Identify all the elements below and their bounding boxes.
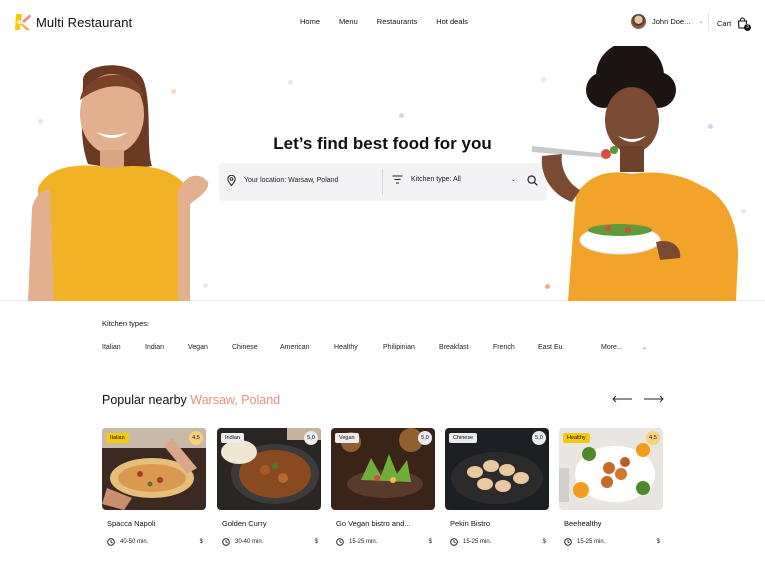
user-menu[interactable]: John Doe... ⌄ <box>631 14 703 29</box>
restaurant-meta: 30-40 min. $ <box>222 538 318 546</box>
delivery-time: 15-25 min. <box>463 539 492 545</box>
rating-badge: 5,0 <box>418 431 432 445</box>
location-text: Your location: Warsaw, Poland <box>244 177 339 184</box>
restaurant-name[interactable]: Spacca Napoli <box>107 519 155 528</box>
hero-section: Let’s find best food for you Your locati… <box>0 46 765 301</box>
popular-nearby-label: Popular nearby <box>102 393 187 407</box>
restaurant-name[interactable]: Golden Curry <box>222 519 267 528</box>
restaurant-name[interactable]: Pekin Bistro <box>450 519 490 528</box>
brand-name: Multi Restaurant <box>36 14 133 30</box>
kitchen-type-vegan[interactable]: Vegan <box>188 344 208 351</box>
kitchen-type-text: Kitchen type: All <box>411 176 461 183</box>
logo-icon <box>15 14 31 30</box>
price-level: $ <box>428 539 432 545</box>
kitchen-types-title: Kitchen types: <box>102 319 150 328</box>
cuisine-tag: Vegan <box>335 433 359 443</box>
kitchen-type-breakfast[interactable]: Breakfast <box>439 344 469 351</box>
nav-item-menu[interactable]: Menu <box>339 17 358 26</box>
price-level: $ <box>656 539 660 545</box>
chevron-down-icon: ⌄ <box>698 19 704 25</box>
user-name: John Doe... <box>652 17 691 26</box>
price-level: $ <box>314 539 318 545</box>
clock-icon <box>222 538 230 546</box>
rating-badge: 4,5 <box>189 431 203 445</box>
kitchen-type-chinese[interactable]: Chinese <box>232 344 258 351</box>
nav-item-home[interactable]: Home <box>300 17 320 26</box>
rating-badge: 5,0 <box>532 431 546 445</box>
delivery-time: 40-50 min. <box>120 539 149 545</box>
arrow-right-icon[interactable] <box>643 395 664 403</box>
search-divider <box>382 169 383 195</box>
delivery-time: 15-25 min. <box>349 539 378 545</box>
hero-woman-right-image <box>532 46 738 301</box>
search-bar: Your location: Warsaw, Poland Kitchen ty… <box>219 163 547 201</box>
cart-count-badge: 3 <box>744 24 751 31</box>
restaurant-name[interactable]: Go Vegan bistro and... <box>336 519 411 528</box>
cart-label: Cart <box>717 18 732 28</box>
hero-woman-left-image <box>28 65 209 301</box>
delivery-time: 15-25 min. <box>577 539 606 545</box>
restaurant-meta: 15-25 min. $ <box>450 538 546 546</box>
arrow-left-icon[interactable] <box>612 395 633 403</box>
nav-item-restaurants[interactable]: Restaurants <box>377 17 417 26</box>
kitchen-type-east-eu[interactable]: East Eu <box>538 344 563 351</box>
cuisine-tag: Italian <box>106 433 129 443</box>
restaurant-card[interactable]: Italian 4,5 Spacca Napoli 40-50 min. $ <box>102 428 206 558</box>
nav-item-hot-deals[interactable]: Hot deals <box>436 17 468 26</box>
main-nav: Home Menu Restaurants Hot deals <box>300 17 468 26</box>
avatar <box>631 14 646 29</box>
price-level: $ <box>199 539 203 545</box>
restaurant-name[interactable]: Beehealthy <box>564 519 602 528</box>
restaurant-meta: 15-25 min. $ <box>564 538 660 546</box>
chevron-down-icon[interactable]: ⌄ <box>642 344 647 351</box>
kitchen-type-select[interactable]: Kitchen type: All <box>392 175 461 184</box>
rating-badge: 4,5 <box>646 431 660 445</box>
kitchen-type-italian[interactable]: Italian <box>102 344 121 351</box>
decor-dot <box>288 80 293 85</box>
popular-nearby-location[interactable]: Warsaw, Poland <box>190 393 280 407</box>
cuisine-tag: Indian <box>221 433 244 443</box>
logo[interactable]: Multi Restaurant <box>14 12 132 32</box>
restaurant-card[interactable]: Vegan 5,0 Go Vegan bistro and... 15-25 m… <box>331 428 435 558</box>
cuisine-tag: Chinese <box>449 433 478 443</box>
kitchen-type-healthy[interactable]: Healthy <box>334 344 358 351</box>
location-pin-icon <box>227 175 236 186</box>
clock-icon <box>450 538 458 546</box>
clock-icon <box>336 538 344 546</box>
kitchen-type-philipinian[interactable]: Philipinian <box>383 344 415 351</box>
kitchen-type-indian[interactable]: Indian <box>145 344 164 351</box>
location-field[interactable]: Your location: Warsaw, Poland <box>227 175 338 186</box>
price-level: $ <box>542 539 546 545</box>
decor-dot <box>399 113 404 118</box>
clock-icon <box>107 538 115 546</box>
delivery-time: 30-40 min. <box>235 539 264 545</box>
kitchen-type-american[interactable]: American <box>280 344 310 351</box>
clock-icon <box>564 538 572 546</box>
restaurant-card[interactable]: Chinese 5,0 Pekin Bistro 15-25 min. $ <box>445 428 549 558</box>
top-header: Multi Restaurant Home Menu Restaurants H… <box>0 0 765 46</box>
kitchen-types-list: Italian Indian Vegan Chinese American He… <box>102 344 662 356</box>
filter-icon <box>392 175 403 184</box>
rating-badge: 5,0 <box>304 431 318 445</box>
carousel-controls <box>612 395 664 403</box>
kitchen-types-more-button[interactable]: More... <box>601 344 623 351</box>
popular-nearby-title: Popular nearby Warsaw, Poland <box>102 393 280 407</box>
restaurant-card[interactable]: Indian 5,0 Golden Curry 30-40 min. $ <box>217 428 321 558</box>
restaurant-meta: 40-50 min. $ <box>107 538 203 546</box>
chevron-down-icon: ⌄ <box>511 177 517 183</box>
header-divider <box>708 13 709 31</box>
cuisine-tag: Healthy <box>563 433 590 443</box>
restaurant-meta: 15-25 min. $ <box>336 538 432 546</box>
kitchen-type-french[interactable]: French <box>493 344 515 351</box>
restaurant-card[interactable]: Healthy 4,5 Beehealthy 15-25 min. $ <box>559 428 663 558</box>
